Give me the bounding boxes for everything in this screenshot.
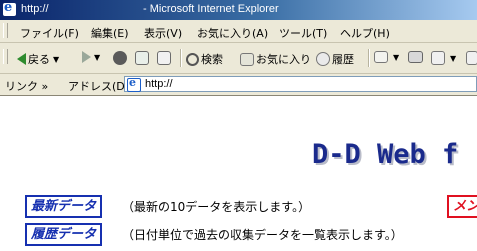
page-content: D-D Web f 最新データ （最新の10データを表示します。） 履歴データ … — [0, 96, 477, 251]
latest-data-link[interactable]: 最新データ — [25, 195, 103, 218]
edit-button[interactable]: ▼ — [431, 51, 456, 65]
back-button[interactable]: 戻る ▼ — [17, 51, 59, 67]
history-button-label: 履歴 — [332, 53, 354, 66]
forward-dropdown-icon[interactable]: ▼ — [94, 53, 100, 62]
print-button[interactable] — [408, 51, 425, 63]
address-input[interactable]: http:// — [124, 76, 477, 92]
window-title-url: http:// — [21, 3, 49, 15]
mail-icon — [374, 51, 388, 63]
address-bar: リンク » アドレス(D) http:// — [0, 74, 477, 96]
back-button-label: 戻る — [28, 53, 50, 66]
menu-file[interactable]: ファイル(F) — [20, 25, 79, 41]
search-button[interactable]: 検索 — [186, 51, 223, 67]
links-button[interactable]: リンク » — [5, 78, 48, 94]
menu-bar-grip[interactable] — [3, 23, 8, 38]
mail-button[interactable]: ▼ — [374, 51, 399, 63]
stop-icon — [113, 51, 127, 65]
search-icon — [186, 52, 199, 66]
search-button-label: 検索 — [201, 53, 223, 66]
forward-arrow-icon — [82, 51, 91, 63]
window-title-app: - Microsoft Internet Explorer — [143, 3, 279, 15]
toolbar-grip[interactable] — [3, 49, 8, 64]
refresh-icon — [135, 51, 149, 65]
history-icon — [316, 52, 330, 66]
menu-favorites[interactable]: お気に入り(A) — [197, 25, 268, 41]
address-url[interactable]: http:// — [145, 78, 173, 90]
print-icon — [408, 51, 423, 63]
edit-icon — [431, 51, 445, 65]
page-icon — [127, 76, 141, 92]
favorites-icon — [240, 52, 254, 66]
menu-view[interactable]: 表示(V) — [144, 25, 182, 41]
window-title-bar: http:// - Microsoft Internet Explorer — [0, 0, 477, 20]
mail-link[interactable]: メン — [447, 195, 477, 218]
back-arrow-icon — [17, 53, 26, 65]
menu-bar: ファイル(F) 編集(E) 表示(V) お気に入り(A) ツール(T) ヘルプ(… — [0, 20, 477, 43]
menu-help[interactable]: ヘルプ(H) — [340, 25, 390, 41]
discuss-icon — [466, 51, 477, 65]
forward-button[interactable]: ▼ — [82, 51, 100, 63]
history-button[interactable]: 履歴 — [316, 51, 354, 67]
home-icon — [157, 51, 171, 65]
home-button[interactable] — [157, 51, 173, 65]
mail-dropdown-icon[interactable]: ▼ — [393, 53, 399, 62]
ie-logo-icon — [3, 0, 16, 16]
discuss-button[interactable] — [466, 51, 477, 65]
history-data-link[interactable]: 履歴データ — [25, 223, 103, 246]
back-dropdown-icon[interactable]: ▼ — [53, 55, 59, 64]
stop-button[interactable] — [113, 51, 129, 65]
menu-tools[interactable]: ツール(T) — [279, 25, 327, 41]
latest-data-description: （最新の10データを表示します。） — [122, 200, 311, 214]
favorites-button[interactable]: お気に入り — [240, 51, 311, 67]
address-label: アドレス(D) — [68, 80, 130, 93]
page-title: D-D Web f — [312, 139, 459, 170]
favorites-button-label: お気に入り — [256, 53, 311, 66]
toolbar-separator — [180, 49, 182, 67]
edit-dropdown-icon[interactable]: ▼ — [450, 54, 456, 63]
history-data-description: （日付単位で過去の収集データを一覧表示します。） — [122, 228, 403, 242]
refresh-button[interactable] — [135, 51, 151, 65]
menu-edit[interactable]: 編集(E) — [91, 25, 129, 41]
standard-toolbar: 戻る ▼ ▼ 検索 お気に入り 履歴 ▼ ▼ — [0, 43, 477, 74]
toolbar-separator — [368, 49, 370, 67]
